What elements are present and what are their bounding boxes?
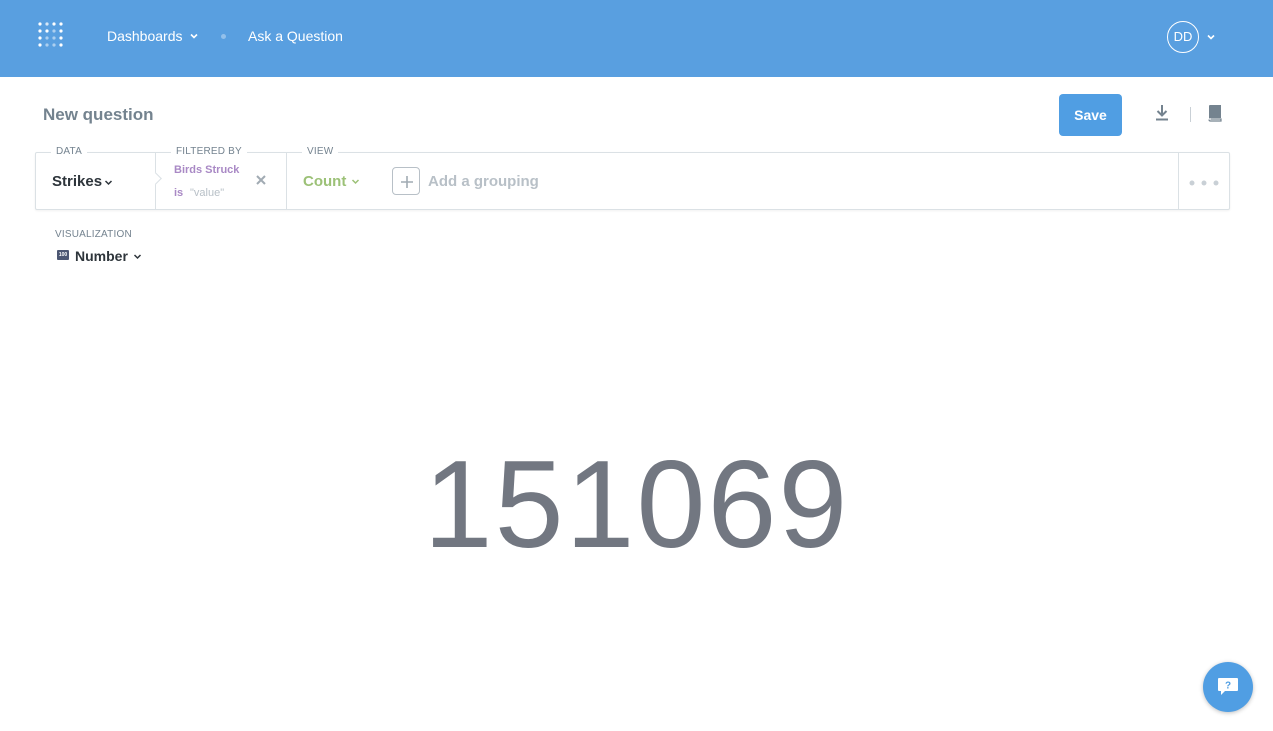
nav-dashboards-link[interactable]: Dashboards	[107, 27, 183, 45]
plus-icon	[401, 176, 413, 188]
download-icon[interactable]	[1154, 104, 1170, 122]
add-grouping-label[interactable]: Add a grouping	[428, 173, 539, 191]
number-viz-icon: 100	[57, 250, 69, 260]
data-section-label: DATA	[51, 146, 87, 158]
top-navbar: Dashboards Ask a Question DD	[0, 0, 1273, 77]
filter-operator[interactable]: is	[174, 186, 183, 200]
filter-section-label: FILTERED BY	[171, 146, 247, 158]
chevron-down-icon[interactable]	[104, 178, 113, 187]
visualization-select[interactable]: Number	[75, 248, 128, 265]
query-builder: DATA FILTERED BY VIEW Strikes Birds Stru…	[35, 146, 1230, 210]
metabase-logo-icon[interactable]	[37, 21, 65, 49]
section-arrow	[149, 172, 162, 185]
section-divider	[1178, 153, 1179, 209]
visualization-label: VISUALIZATION	[55, 229, 132, 240]
data-source-select[interactable]: Strikes	[52, 173, 102, 191]
help-button[interactable]: ?	[1203, 662, 1253, 712]
nav-separator-dot	[221, 34, 226, 39]
close-icon[interactable]	[256, 175, 266, 185]
chevron-down-icon[interactable]	[133, 252, 142, 261]
user-avatar[interactable]: DD	[1167, 21, 1199, 53]
save-button[interactable]: Save	[1059, 94, 1122, 136]
help-chat-icon: ?	[1218, 678, 1238, 695]
more-options-icon[interactable]	[1189, 180, 1219, 186]
svg-text:?: ?	[1225, 681, 1231, 692]
filter-value[interactable]: "value"	[190, 186, 224, 200]
aggregation-select[interactable]: Count	[303, 173, 346, 191]
view-section-label: VIEW	[302, 146, 339, 158]
nav-ask-question-link[interactable]: Ask a Question	[248, 27, 343, 45]
book-icon[interactable]	[1207, 104, 1223, 122]
header-divider	[1190, 107, 1191, 122]
chevron-down-icon[interactable]	[189, 31, 199, 41]
filter-field[interactable]: Birds Struck	[174, 163, 239, 177]
chevron-down-icon[interactable]	[351, 177, 360, 186]
chevron-down-icon[interactable]	[1206, 32, 1216, 42]
scalar-value: 151069	[423, 436, 850, 574]
question-title: New question	[43, 105, 154, 124]
add-grouping-button[interactable]	[392, 167, 420, 195]
section-divider	[286, 153, 287, 209]
